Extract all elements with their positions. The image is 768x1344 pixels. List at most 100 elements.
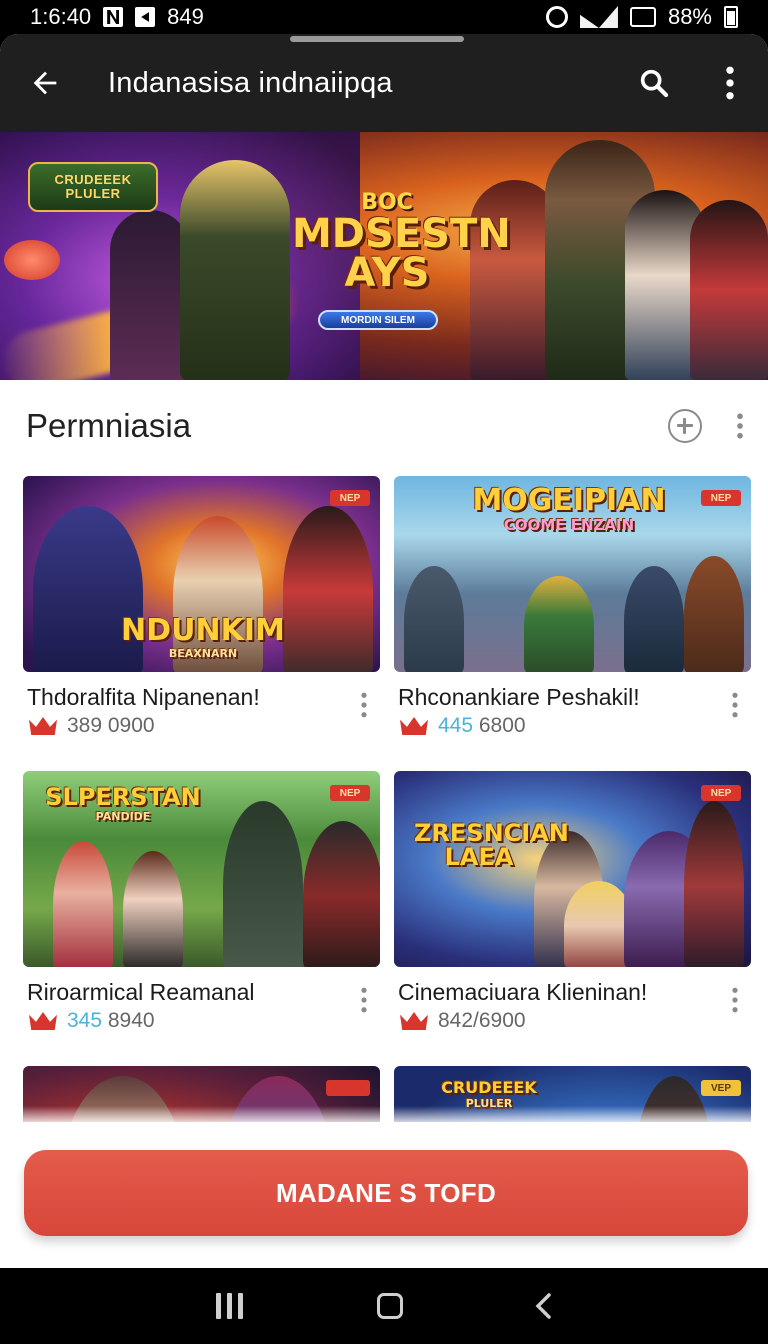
drag-handle[interactable]: [290, 36, 464, 42]
character-art: [524, 576, 594, 672]
search-icon: [640, 69, 669, 98]
game-logo: ZRESNCIAN LAEA: [414, 821, 569, 869]
banner-title: MDSESTN AYS: [292, 211, 511, 297]
new-badge: [326, 1080, 370, 1096]
home-icon[interactable]: [376, 1293, 403, 1319]
battery-percent: 88%: [667, 4, 712, 29]
game-count-value: 8940: [102, 1009, 155, 1032]
alarm-icon: [545, 6, 568, 28]
notification-count: 849: [167, 4, 204, 29]
game-count-value: 389 0900: [67, 714, 155, 737]
coin-icon: [4, 240, 60, 280]
status-bar: 1:6:40 849 88%: [0, 0, 768, 34]
system-nav-bar: [0, 1268, 768, 1344]
primary-cta-button[interactable]: MADANE S TOFD: [24, 1150, 748, 1236]
game-thumbnail[interactable]: NEP ZRESNCIAN LAEA: [394, 771, 751, 967]
new-badge: VEP: [701, 1080, 741, 1096]
battery-icon: [724, 6, 738, 28]
game-logo-text: SLPERSTAN: [45, 783, 201, 811]
cta-container: MADANE S TOFD: [0, 1122, 768, 1268]
game-count: 842/6900: [438, 1009, 526, 1033]
crown-icon: [29, 1012, 57, 1030]
game-title: Thdoralfita Nipanenan!: [27, 684, 260, 710]
game-logo: NDUNKIM BEAXNARN: [113, 613, 293, 660]
more-options-button[interactable]: [692, 34, 768, 132]
game-count-value: 842/6900: [438, 1009, 526, 1032]
game-title: Rhconankiare Peshakil!: [398, 684, 640, 710]
character-art: [624, 566, 684, 672]
game-logo: MOGEIPIAN COOME ENZAIN: [454, 486, 684, 533]
game-count-value: 6800: [473, 714, 526, 737]
more-vertical-icon[interactable]: [731, 987, 739, 1013]
back-button[interactable]: [0, 34, 90, 132]
game-card[interactable]: NEP NDUNKIM BEAXNARN Thdoralfita Nipanen…: [23, 476, 380, 771]
game-meta: 445 6800: [400, 714, 526, 738]
game-logo-text: NDUNKIM: [121, 613, 285, 648]
new-badge: NEP: [701, 490, 741, 506]
game-count: 345 8940: [67, 1009, 155, 1033]
game-count: 445 6800: [438, 714, 526, 738]
character-art: [303, 821, 380, 967]
banner-character: [110, 210, 190, 380]
more-vertical-icon: [726, 66, 734, 100]
game-logo: CRUDEEEK PLULER: [424, 1078, 554, 1110]
game-logo-sub: BEAXNARN: [168, 647, 238, 660]
game-thumbnail[interactable]: NEP MOGEIPIAN COOME ENZAIN: [394, 476, 751, 672]
crown-icon: [400, 717, 428, 735]
game-thumbnail[interactable]: NEP SLPERSTAN PANDIDE: [23, 771, 380, 967]
recent-apps-icon[interactable]: [215, 1293, 246, 1319]
box-icon: [135, 7, 156, 27]
game-logo-text: CRUDEEEK: [441, 1078, 537, 1097]
status-bar-right: 88%: [545, 4, 738, 30]
new-badge: NEP: [701, 785, 741, 801]
page-title: Indanasisa indnaiipqa: [108, 66, 393, 99]
character-art: [684, 801, 744, 967]
app-sheet: Indanasisa indnaiipqa CRUDEEEK PLULER BO…: [0, 34, 768, 1268]
game-title: Cinemaciuara Klieninan!: [398, 979, 648, 1005]
new-badge: NEP: [330, 785, 370, 801]
character-art: [404, 566, 464, 672]
section-title: Permniasia: [26, 407, 192, 444]
more-vertical-icon[interactable]: [360, 692, 368, 718]
game-count-prefix: 345: [67, 1009, 103, 1032]
app-bar: Indanasisa indnaiipqa: [0, 34, 768, 132]
banner-character: [180, 160, 290, 380]
game-thumbnail[interactable]: NEP NDUNKIM BEAXNARN: [23, 476, 380, 672]
battery-saver-icon: [629, 7, 656, 27]
character-art: [684, 556, 744, 672]
banner-character: [690, 200, 768, 380]
game-card[interactable]: NEP MOGEIPIAN COOME ENZAIN Rhconankiare …: [394, 476, 751, 771]
game-logo-text: MOGEIPIAN: [472, 483, 666, 518]
banner-logo: CRUDEEEK PLULER: [28, 162, 158, 212]
game-meta: 842/6900: [400, 1009, 526, 1033]
crown-icon: [29, 717, 57, 735]
new-badge: NEP: [330, 490, 370, 506]
status-bar-left: 1:6:40 849: [30, 4, 204, 30]
plus-circle-icon[interactable]: [668, 409, 702, 443]
arrow-left-icon: [33, 71, 57, 95]
wifi-icon: [579, 6, 618, 28]
crown-icon: [400, 1012, 428, 1030]
character-art: [53, 841, 113, 967]
game-meta: 389 0900: [29, 714, 155, 738]
promo-banner[interactable]: CRUDEEEK PLULER BOC MDSESTN AYS MORDIN S…: [0, 132, 768, 380]
character-art: [283, 506, 373, 672]
game-count: 389 0900: [67, 714, 155, 738]
section-header: Permniasia: [0, 380, 768, 472]
game-logo-sub: PANDIDE: [95, 810, 151, 823]
search-button[interactable]: [616, 34, 692, 132]
more-vertical-icon[interactable]: [731, 692, 739, 718]
character-art: [223, 801, 303, 967]
game-logo: SLPERSTAN PANDIDE: [43, 785, 203, 822]
banner-pill-button[interactable]: MORDIN SILEM: [318, 310, 438, 330]
back-icon[interactable]: [534, 1293, 552, 1319]
more-vertical-icon[interactable]: [360, 987, 368, 1013]
character-art: [123, 851, 183, 967]
game-card[interactable]: NEP SLPERSTAN PANDIDE Riroarmical Reaman…: [23, 771, 380, 1066]
game-card[interactable]: NEP ZRESNCIAN LAEA Cinemaciuara Klienina…: [394, 771, 751, 1066]
game-meta: 345 8940: [29, 1009, 155, 1033]
game-logo-sub: COOME ENZAIN: [503, 516, 635, 534]
more-vertical-icon[interactable]: [736, 413, 744, 439]
n-icon: [103, 7, 124, 27]
game-count-prefix: 445: [438, 714, 474, 737]
